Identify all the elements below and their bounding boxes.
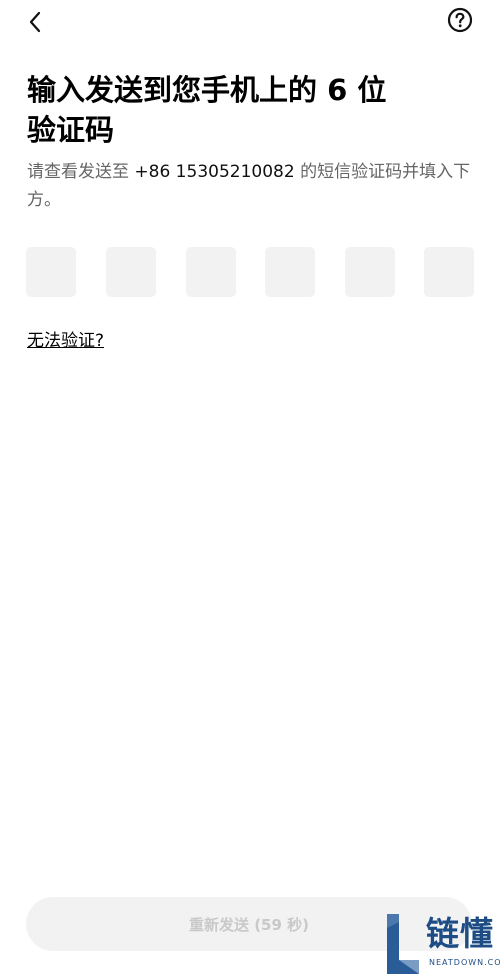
title-line-1: 输入发送到您手机上的 6 位 <box>27 73 387 107</box>
watermark-subtext: NEATDOWN.COM <box>429 958 500 967</box>
help-button[interactable] <box>446 6 474 34</box>
instruction-text: 请查看发送至 +86 15305210082 的短信验证码并填入下方。 <box>27 158 472 214</box>
code-digit-6[interactable] <box>424 247 474 297</box>
page-title: 输入发送到您手机上的 6 位 验证码 <box>27 70 467 150</box>
watermark-logo: 链懂 NEATDOWN.COM <box>383 908 500 978</box>
title-line-2: 验证码 <box>27 113 115 147</box>
cant-verify-link[interactable]: 无法验证? <box>27 326 104 351</box>
code-digit-1[interactable] <box>26 247 76 297</box>
resend-button-label: 重新发送 (59 秒) <box>188 915 310 934</box>
code-digit-4[interactable] <box>265 247 315 297</box>
watermark-text: 链懂 <box>426 914 494 953</box>
code-digit-3[interactable] <box>186 247 236 297</box>
chevron-left-icon <box>29 11 41 33</box>
phone-number: +86 15305210082 <box>134 162 295 182</box>
verification-code-input <box>26 247 476 297</box>
question-circle-icon <box>447 7 473 33</box>
back-button[interactable] <box>20 6 52 38</box>
top-bar <box>0 0 500 44</box>
watermark-l-mark <box>387 914 419 974</box>
code-digit-2[interactable] <box>106 247 156 297</box>
code-digit-5[interactable] <box>345 247 395 297</box>
instruction-prefix: 请查看发送至 <box>27 162 135 182</box>
